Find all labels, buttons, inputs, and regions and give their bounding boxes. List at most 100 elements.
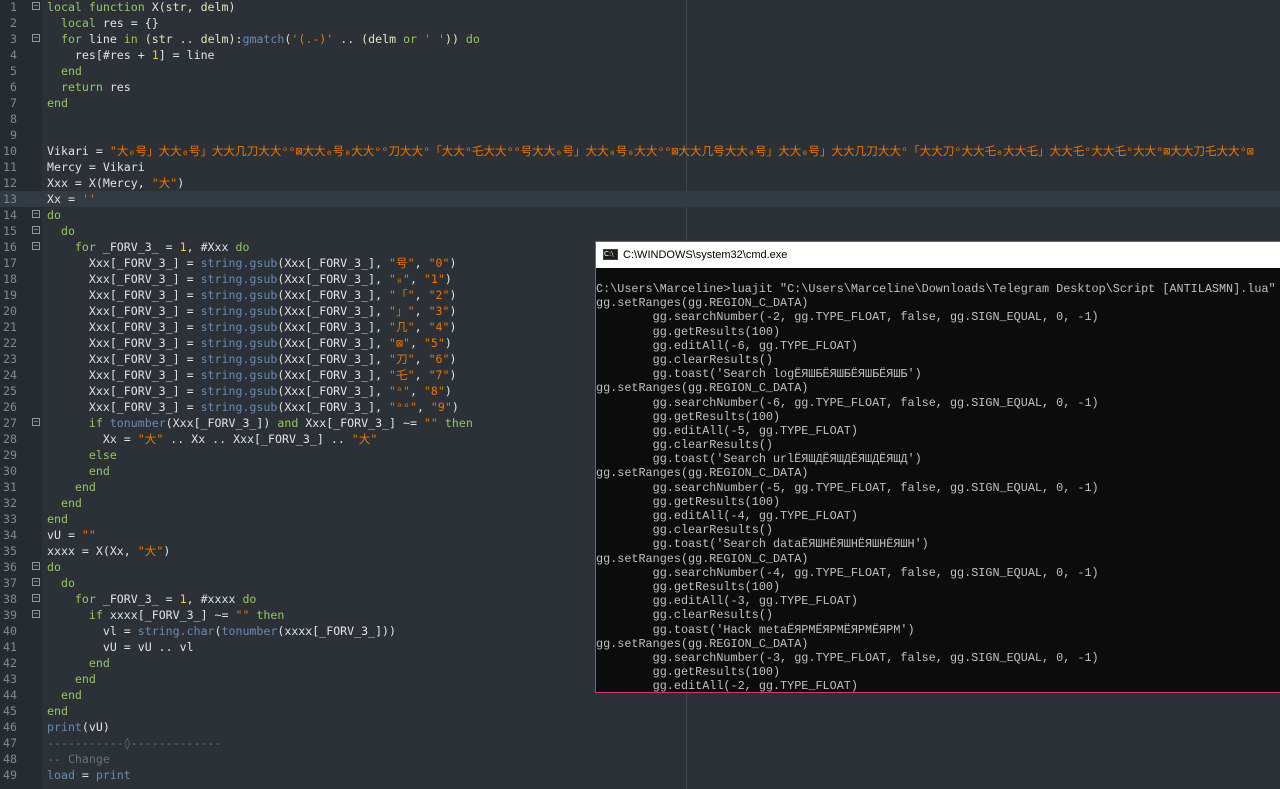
code-token: end (47, 656, 110, 670)
code-line[interactable]: 12 Xxx = X(Mercy, "大") (0, 175, 1280, 191)
cmd-output-line: gg.toast('Search logЁЯШБЁЯШБЁЯШБЁЯШБ') (596, 367, 922, 382)
line-number: 25 (3, 384, 17, 398)
code-text: end (47, 463, 110, 479)
code-text: Xx = '' (47, 191, 96, 207)
code-line[interactable]: 14 − do (0, 207, 1280, 223)
line-number: 46 (3, 720, 17, 734)
code-line[interactable]: 47 -----------◊------------- (0, 735, 1280, 751)
code-token: then (437, 416, 473, 430)
code-token: ) (449, 304, 457, 318)
code-token: do (465, 32, 480, 46)
code-token: "3" (428, 304, 450, 318)
fold-toggle-icon[interactable]: − (32, 242, 40, 250)
code-token: "0" (428, 256, 450, 270)
code-line[interactable]: 6 return res (0, 79, 1280, 95)
code-text: local function X(str, delm) (47, 0, 235, 15)
cmd-title-bar[interactable]: C:\ C:\WINDOWS\system32\cmd.exe (596, 242, 1280, 268)
line-number: 44 (3, 688, 17, 702)
code-line[interactable]: 3 − for line in (str .. delm):gmatch('(.-… (0, 31, 1280, 47)
fold-toggle-icon[interactable]: − (32, 594, 40, 602)
cmd-output-line: gg.clearResults() (596, 438, 773, 453)
code-token: , (409, 272, 424, 286)
cmd-output-line: gg.editAll(-5, gg.TYPE_FLOAT) (596, 423, 858, 438)
cmd-output-line: gg.searchNumber(-4, gg.TYPE_FLOAT, false… (596, 565, 1099, 580)
code-token: string.gsub (200, 304, 278, 318)
cmd-output-line: gg.toast('Search urlЁЯШДЁЯШДЁЯШДЁЯШД') (596, 452, 922, 467)
fold-toggle-icon[interactable]: − (32, 210, 40, 218)
cmd-title-text: C:\WINDOWS\system32\cmd.exe (623, 249, 788, 261)
fold-toggle-icon[interactable]: − (32, 562, 40, 570)
line-number: 6 (10, 80, 17, 94)
line-number: 42 (3, 656, 17, 670)
line-number: 43 (3, 672, 17, 686)
line-number: 15 (3, 224, 17, 238)
code-text: else (47, 447, 117, 463)
code-token: ) (163, 544, 171, 558)
fold-toggle-icon[interactable]: − (32, 418, 40, 426)
code-text: Xxx[_FORV_3_] = string.gsub(Xxx[_FORV_3_… (47, 319, 457, 335)
code-token: print (95, 768, 131, 782)
fold-toggle-icon[interactable]: − (32, 610, 40, 618)
code-token: Xxx[_FORV_3_] = (47, 352, 201, 366)
cmd-output-line: gg.searchNumber(-3, gg.TYPE_FLOAT, false… (596, 650, 1099, 665)
fold-toggle-icon[interactable]: − (32, 578, 40, 586)
code-line[interactable]: 48 -- Change (0, 751, 1280, 767)
code-line[interactable]: 9 (0, 127, 1280, 143)
cmd-output[interactable]: C:\Users\Marceline>luajit "C:\Users\Marc… (596, 282, 1280, 692)
line-number: 39 (3, 608, 17, 622)
code-line[interactable]: 2 local res = {} (0, 15, 1280, 31)
code-line[interactable]: 1 − local function X(str, delm) (0, 0, 1280, 15)
code-line[interactable]: 8 (0, 111, 1280, 127)
code-token: Xxx[_FORV_3_] = (47, 336, 201, 350)
code-text: -----------◊------------- (47, 735, 222, 751)
code-token: vU = vU .. vl (47, 640, 194, 654)
fold-toggle-icon[interactable]: − (32, 226, 40, 234)
line-number: 22 (3, 336, 17, 350)
code-line[interactable]: 46 print(vU) (0, 719, 1280, 735)
code-token: Xxx[_FORV_3_] = (47, 320, 201, 334)
line-number: 7 (10, 96, 17, 110)
code-token: , (409, 384, 424, 398)
code-token: ) (444, 272, 452, 286)
cmd-output-line: gg.toast('Search dataЁЯШНЁЯШНЁЯШНЁЯШН') (596, 537, 929, 552)
fold-toggle-icon[interactable]: − (32, 34, 40, 42)
code-token: "几" (389, 320, 415, 334)
cmd-output-line: gg.setRanges(gg.REGION_C_DATA) (596, 381, 809, 396)
code-line[interactable]: 7 end (0, 95, 1280, 111)
code-line[interactable]: 13 Xx = '' (0, 191, 1280, 207)
cmd-output-line: gg.clearResults() (596, 352, 773, 367)
code-token: , (416, 400, 431, 414)
code-token: xxxx[_FORV_3_] ~= (109, 608, 236, 622)
fold-toggle-icon[interactable]: − (32, 2, 40, 10)
code-token: do (235, 240, 250, 254)
cmd-output-line: gg.searchNumber(-5, gg.TYPE_FLOAT, false… (596, 480, 1099, 495)
code-text: Xxx = X(Mercy, "大") (47, 175, 184, 191)
code-token: ) (449, 320, 457, 334)
code-line[interactable]: 11 Mercy = Vikari (0, 159, 1280, 175)
code-line[interactable]: 49 load = print (0, 767, 1280, 783)
code-token: 1 (179, 240, 187, 254)
line-number: 4 (10, 48, 17, 62)
code-token: ( (214, 624, 222, 638)
code-token: return (47, 80, 110, 94)
code-token: print (47, 720, 82, 734)
code-line[interactable]: 10 Vikari = "大₀号」大大₀号」大大几刀大大ᵒᵒ⊠大大₀号₀大大ᵒᵒ刀… (0, 143, 1280, 159)
cmd-window[interactable]: C:\ C:\WINDOWS\system32\cmd.exe C:\Users… (595, 241, 1280, 693)
code-token: (Xxx[_FORV_3_], (277, 304, 390, 318)
code-line[interactable]: 4 res[#res + 1] = line (0, 47, 1280, 63)
line-number: 9 (10, 128, 17, 142)
code-line[interactable]: 45 end (0, 703, 1280, 719)
code-token: (Xxx[_FORV_3_], (277, 256, 390, 270)
code-line[interactable]: 15 − do (0, 223, 1280, 239)
code-line[interactable]: 5 end (0, 63, 1280, 79)
code-token: , (414, 368, 429, 382)
code-token: _FORV_3_ = (102, 592, 180, 606)
code-token: "大" (351, 432, 378, 446)
code-token: Xxx[_FORV_3_] = (47, 384, 201, 398)
code-token: res (109, 80, 131, 94)
line-number: 30 (3, 464, 17, 478)
code-token: .. (delm (333, 32, 404, 46)
code-token: (Xxx[_FORV_3_], (277, 320, 390, 334)
code-token: "大" (137, 432, 164, 446)
code-token: "大₀号」大大₀号」大大几刀大大ᵒᵒ⊠大大₀号₀大大ᵒᵒ刀大大ᵒ「大大ᵒ乇大大ᵒ… (109, 144, 1254, 158)
